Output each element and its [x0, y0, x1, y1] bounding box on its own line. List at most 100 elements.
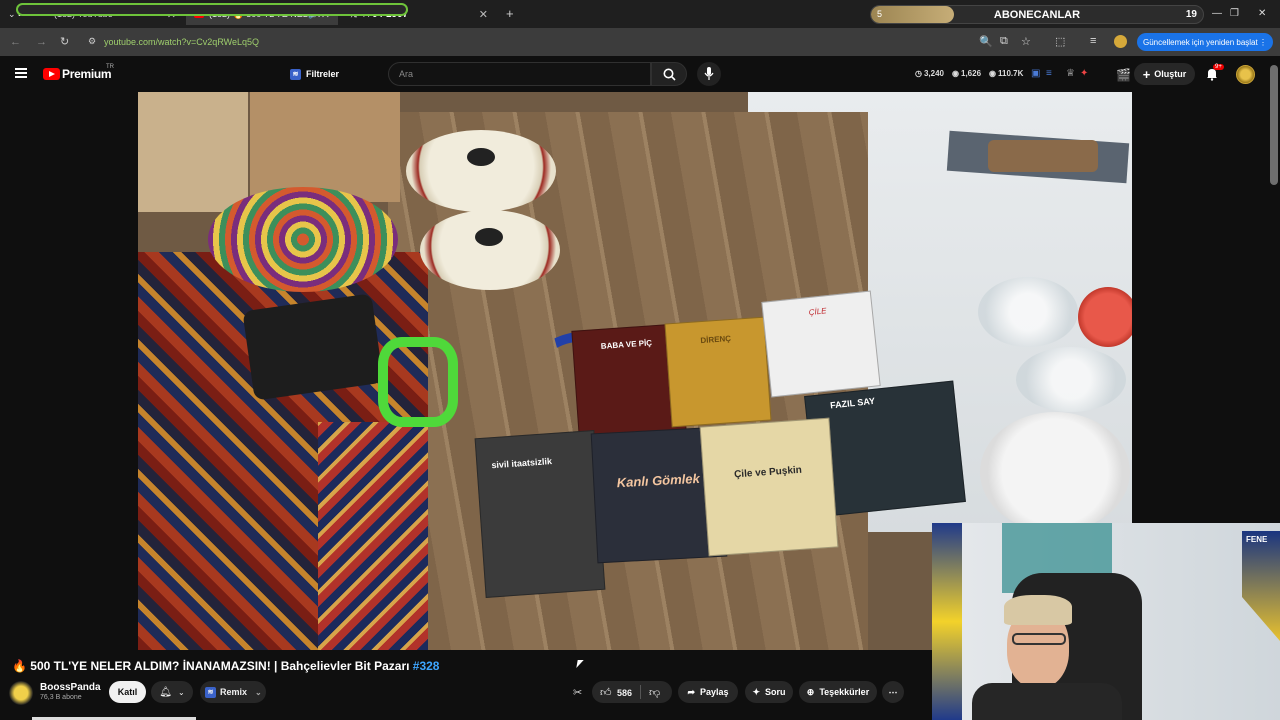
subscription-bell-button[interactable]: 🔔︎ ⌄ — [151, 681, 193, 703]
share-icon: ➦ — [687, 686, 695, 697]
video-book: Çile ve Puşkin — [699, 417, 839, 557]
video-glass-bowl — [1016, 347, 1126, 412]
site-info-icon[interactable]: ⚙ — [88, 36, 96, 47]
like-thumb-icon[interactable]: 👍︎ — [600, 686, 612, 699]
microphone-icon — [704, 67, 714, 80]
tab-search-icon[interactable]: ⌄ — [8, 9, 16, 20]
update-button[interactable]: Güncellemek için yeniden başlat ⋮ — [1137, 33, 1273, 51]
like-divider — [640, 685, 641, 699]
youtube-brand[interactable]: Premium — [62, 67, 112, 81]
bookmark-star-icon[interactable]: ☆ — [1021, 35, 1031, 48]
filters-button[interactable]: ≋ Filtreler — [290, 66, 339, 82]
ask-label: Soru — [765, 687, 786, 697]
book-title: FAZIL SAY — [829, 395, 876, 411]
book-title: ÇİLE — [808, 306, 827, 318]
window-close-icon[interactable]: ✕ — [1258, 8, 1266, 19]
url-highlight — [16, 3, 408, 16]
video-title: 🔥 500 TL'YE NELER ALDIM? İNANAMAZSIN! | … — [12, 659, 439, 673]
zoom-icon[interactable]: 🔍 — [979, 35, 993, 48]
video-pot — [420, 210, 560, 290]
video-wooden-object — [988, 140, 1098, 172]
forward-icon[interactable]: → — [36, 36, 47, 48]
like-count[interactable]: 586 — [617, 688, 632, 698]
extension-icon[interactable]: ✦ — [1080, 68, 1088, 79]
minimize-icon[interactable]: — — [1212, 8, 1222, 19]
share-label: Paylaş — [700, 687, 729, 697]
ask-button[interactable]: ✦ Soru — [745, 681, 793, 703]
create-video-icon[interactable]: 🎬 — [1116, 68, 1131, 82]
stat-b: 1,626 — [961, 69, 982, 78]
book-title: DİRENÇ — [700, 334, 732, 346]
chevron-down-icon: ⌄ — [178, 687, 185, 697]
reload-icon[interactable]: ↻ — [60, 35, 69, 48]
create-label: Oluştur — [1154, 69, 1187, 79]
join-button[interactable]: Katıl — [109, 681, 146, 703]
channel-name[interactable]: BoossPanda — [40, 682, 101, 693]
more-actions-button[interactable]: ⋯ — [882, 681, 904, 703]
region-code: TR — [106, 64, 114, 70]
back-icon[interactable]: ← — [10, 36, 21, 48]
dislike-thumb-icon[interactable]: 👎︎ — [649, 686, 660, 699]
plus-icon: + — [1142, 66, 1151, 82]
youtube-logo-icon[interactable] — [43, 68, 60, 80]
scrollbar[interactable] — [1270, 65, 1278, 185]
create-button[interactable]: + Oluştur — [1134, 63, 1195, 85]
video-bag — [242, 293, 384, 401]
video-plates — [980, 412, 1130, 532]
book-title: BABA VE PİÇ — [600, 338, 653, 351]
video-pot-knob — [467, 148, 495, 166]
thanks-button[interactable]: ⊕ Teşekkürler — [799, 681, 877, 703]
clock-icon: ◷ — [915, 69, 922, 78]
update-label: Güncellemek için yeniden başlat — [1143, 37, 1258, 47]
url-field[interactable]: youtube.com/watch?v=Cv2qRWeLq5Q — [104, 37, 259, 47]
search-icon — [663, 68, 676, 81]
restore-icon[interactable]: ❐ — [1230, 8, 1239, 19]
cam-person-glasses — [1012, 633, 1066, 645]
cam-person-hair — [1004, 595, 1072, 625]
subscriber-goal-bar: 5 ABONECANLAR 19 — [870, 5, 1204, 24]
video-box — [250, 92, 400, 202]
new-tab-button[interactable]: + — [506, 6, 514, 21]
remix-button[interactable]: ≋ Remix ⌄ — [200, 681, 266, 703]
voice-search-button[interactable] — [697, 62, 721, 86]
extension-icon[interactable]: ♕ — [1066, 68, 1075, 79]
eye-icon: ◉ — [989, 69, 997, 78]
video-snorkel-mask — [378, 337, 458, 427]
video-book: sivil itaatsizlik — [474, 430, 606, 598]
thanks-label: Teşekkürler — [819, 687, 870, 697]
hamburger-menu-icon[interactable] — [15, 68, 27, 78]
stat-c: 110.7K — [998, 69, 1024, 78]
channel-avatar[interactable] — [9, 681, 33, 705]
media-icon[interactable]: ≡ — [1090, 35, 1096, 47]
sparkle-icon: ✦ — [752, 686, 761, 697]
search-placeholder: Ara — [399, 69, 414, 79]
filter-extension-icon: ≋ — [290, 68, 301, 80]
cast-icon[interactable]: ⧉ — [1000, 35, 1008, 48]
account-avatar[interactable] — [1236, 65, 1255, 84]
channel-subscribers: 76,3 B abone — [40, 694, 82, 701]
search-input[interactable]: Ara — [388, 62, 651, 86]
remix-label: Remix — [220, 687, 248, 697]
share-button[interactable]: ➦ Paylaş — [678, 681, 738, 703]
video-book: DİRENÇ — [664, 316, 772, 428]
chevron-down-icon: ⌄ — [255, 687, 262, 697]
extension-icon[interactable]: ▣ — [1031, 68, 1040, 79]
more-vert-icon: ⋮ — [1259, 37, 1267, 47]
search-button[interactable] — [651, 62, 687, 86]
extensions-icon[interactable]: ⬚ — [1055, 35, 1065, 48]
video-pot-knob — [475, 228, 503, 246]
remix-extension-icon: ≋ — [205, 686, 216, 698]
video-book: ÇİLE — [761, 290, 881, 398]
video-hashtag[interactable]: #328 — [413, 659, 440, 673]
goal-end: 19 — [1185, 9, 1197, 20]
clip-icon[interactable]: ✂ — [573, 686, 582, 699]
video-red-plate — [1078, 287, 1132, 347]
profile-icon[interactable] — [1114, 35, 1127, 48]
video-crochet-mat — [208, 187, 398, 292]
goal-title: ABONECANLAR — [993, 9, 1081, 21]
eye-icon: ◉ — [952, 69, 959, 78]
close-icon[interactable]: ✕ — [479, 8, 488, 21]
extension-icon[interactable]: ≡ — [1046, 68, 1052, 79]
notification-badge: 9+ — [1213, 64, 1224, 70]
mouse-cursor-icon — [576, 660, 584, 668]
